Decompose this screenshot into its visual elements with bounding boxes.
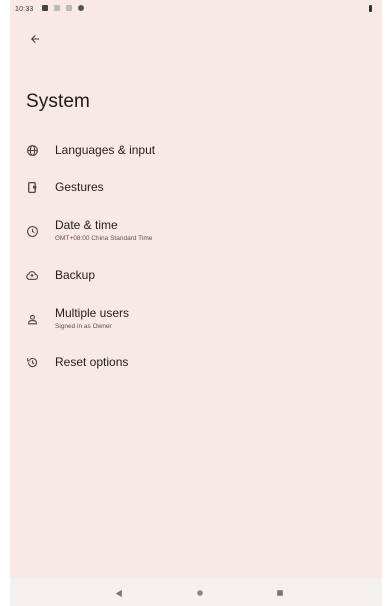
nav-back-button[interactable]: [112, 586, 126, 600]
setting-title: Backup: [55, 268, 96, 282]
setting-item-reset-options[interactable]: Reset options: [10, 346, 382, 380]
nav-recents-button[interactable]: [273, 586, 287, 600]
notification-icon: [42, 5, 48, 11]
notification-icon: [54, 5, 60, 11]
setting-summary: Signed in as Owner: [55, 323, 112, 330]
status-time: 10:33: [15, 6, 34, 13]
setting-item-backup[interactable]: Backup: [10, 259, 382, 293]
history-icon: [24, 354, 40, 370]
circle-home-icon: [197, 590, 203, 596]
setting-title: Gestures: [55, 180, 104, 194]
clock-icon: [24, 223, 40, 239]
arrow-back-icon: [31, 35, 39, 43]
device-screen: 10:33 System Languages & input Gestures …: [10, 0, 382, 606]
globe-icon: [24, 142, 40, 158]
page-title: System: [26, 91, 90, 112]
setting-item-languages[interactable]: Languages & input: [10, 134, 382, 168]
setting-title: Reset options: [55, 355, 129, 369]
status-notification-icons: [42, 5, 84, 11]
person-icon: [24, 311, 40, 327]
cloud-backup-icon: [24, 267, 40, 283]
navigation-bar: [10, 578, 382, 606]
back-button[interactable]: [24, 28, 46, 50]
setting-item-date-time[interactable]: Date & time GMT+08:00 China Standard Tim…: [10, 210, 382, 250]
setting-title: Date & time: [55, 218, 118, 232]
settings-notification-icon: [78, 5, 84, 11]
setting-item-gestures[interactable]: Gestures: [10, 171, 382, 205]
status-bar: 10:33: [10, 0, 382, 20]
notification-icon: [66, 5, 72, 11]
nav-home-button[interactable]: [193, 586, 207, 600]
battery-icon: [369, 5, 372, 12]
gestures-icon: [24, 179, 40, 195]
setting-item-multiple-users[interactable]: Multiple users Signed in as Owner: [10, 298, 382, 338]
setting-title: Multiple users: [55, 306, 130, 320]
triangle-back-icon: [115, 589, 122, 597]
setting-title: Languages & input: [55, 143, 156, 157]
square-recents-icon: [277, 590, 283, 596]
setting-summary: GMT+08:00 China Standard Time: [55, 235, 153, 242]
